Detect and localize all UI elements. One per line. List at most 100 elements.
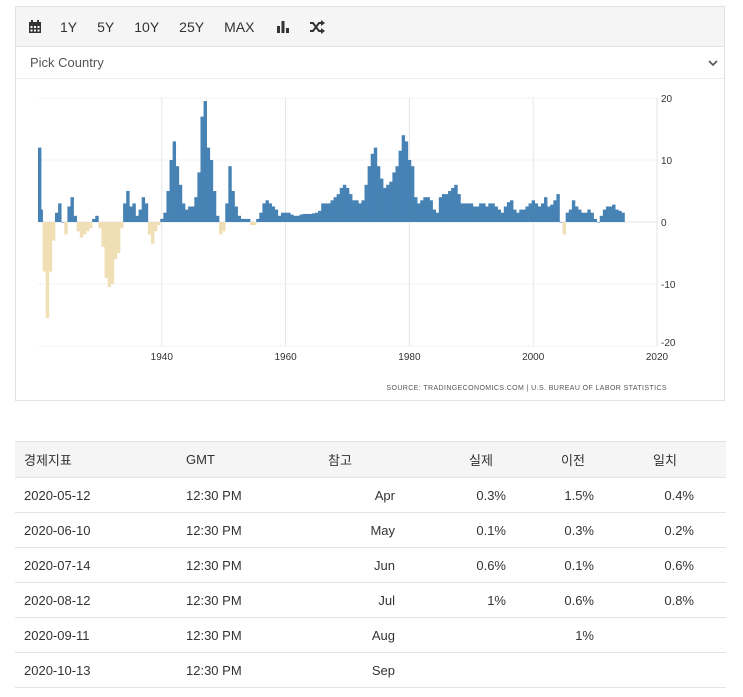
chart-bar	[231, 191, 235, 222]
chart-bar	[169, 160, 173, 222]
cell-consensus: 0.2%	[607, 512, 726, 548]
country-picker[interactable]: Pick Country	[16, 47, 724, 79]
chart-bar	[123, 203, 127, 222]
chart-bar	[574, 206, 579, 222]
chart-bar	[55, 212, 59, 222]
chart-bar	[259, 212, 263, 222]
chart-bar	[519, 209, 523, 222]
header-gmt[interactable]: GMT	[186, 441, 313, 478]
chart-bar	[147, 222, 152, 235]
chart-bar	[157, 222, 161, 226]
chart-bar	[324, 203, 328, 222]
chart-bar	[494, 206, 498, 222]
cell-date: 2020-07-14	[15, 547, 186, 583]
cell-actual: 0.3%	[423, 477, 515, 513]
chart-bar	[293, 215, 297, 222]
chart-bar	[253, 222, 257, 226]
chart-bar	[39, 209, 43, 222]
chart-bar	[525, 206, 529, 222]
chart-bar	[188, 206, 192, 222]
chart-bar	[593, 218, 597, 222]
chart-bar	[154, 222, 158, 232]
chart-bar	[550, 204, 554, 222]
y-tick-label: -10	[661, 280, 676, 291]
chart-bar	[129, 206, 133, 222]
chart-bar	[364, 184, 368, 222]
chart-bar	[73, 215, 77, 222]
chart-bar	[95, 215, 99, 222]
cell-date: 2020-09-11	[15, 617, 186, 653]
calendar-button[interactable]	[26, 18, 44, 36]
range-5y-button[interactable]: 5Y	[97, 19, 114, 35]
chart-bar	[352, 200, 356, 222]
chart-bar	[240, 218, 245, 222]
chart-bar	[383, 187, 387, 222]
chart-bar	[330, 200, 334, 222]
chart-bar	[315, 212, 319, 222]
table-row[interactable]: 2020-08-12 12:30 PM Jul 1% 0.6% 0.8%	[15, 582, 726, 618]
chart-bar	[602, 209, 607, 222]
chart-bar	[287, 212, 291, 222]
chart-bar	[429, 200, 433, 222]
cell-previous	[515, 652, 607, 688]
chart-bar	[540, 203, 545, 222]
chart-bar	[280, 212, 285, 222]
y-tick-label: -20	[661, 338, 676, 349]
range-25y-button[interactable]: 25Y	[179, 19, 204, 35]
chart-bar	[547, 206, 551, 222]
chart-bar	[98, 222, 102, 229]
header-actual[interactable]: 실제	[423, 441, 515, 478]
chart-bar	[426, 197, 430, 222]
chart-bar	[194, 197, 198, 222]
cell-actual: 0.1%	[423, 512, 515, 548]
y-tick-label: 20	[661, 94, 673, 105]
chart-bar	[485, 206, 489, 222]
calendar-icon	[26, 18, 44, 36]
range-10y-button[interactable]: 10Y	[134, 19, 159, 35]
table-row[interactable]: 2020-07-14 12:30 PM Jun 0.6% 0.1% 0.6%	[15, 547, 726, 583]
cell-reference: Sep	[313, 652, 423, 688]
chart-bar	[104, 222, 108, 278]
chart-bar	[228, 166, 232, 222]
chart-bar	[373, 147, 378, 222]
header-consensus[interactable]: 일치	[607, 441, 726, 478]
chart-bar	[370, 153, 375, 222]
chart-bar	[132, 203, 136, 222]
chart-bar	[584, 212, 588, 222]
compare-button[interactable]	[308, 18, 326, 36]
chart-bar	[463, 203, 467, 222]
cell-previous: 1%	[515, 617, 607, 653]
header-reference[interactable]: 참고	[313, 441, 423, 478]
table-row[interactable]: 2020-05-12 12:30 PM Apr 0.3% 1.5% 0.4%	[15, 477, 726, 513]
chart-bar	[599, 215, 604, 222]
table-row[interactable]: 2020-10-13 12:30 PM Sep	[15, 652, 726, 688]
chart-bar	[265, 200, 269, 222]
chart-bar	[82, 222, 87, 235]
chart-bar	[342, 184, 347, 222]
range-max-button[interactable]: MAX	[224, 19, 254, 35]
cell-consensus: 0.8%	[607, 582, 726, 618]
header-previous[interactable]: 이전	[515, 441, 607, 478]
chart-bar	[277, 215, 282, 222]
cell-consensus	[607, 617, 726, 653]
cell-time: 12:30 PM	[186, 512, 313, 548]
chart-bar	[200, 116, 204, 222]
chart-bar	[203, 101, 207, 222]
cell-reference: Apr	[313, 477, 423, 513]
x-tick-label: 2020	[646, 352, 669, 363]
header-indicator[interactable]: 경제지표	[15, 441, 186, 478]
chart-bar	[336, 194, 341, 222]
chart-type-button[interactable]	[274, 18, 292, 36]
chart-bar	[42, 222, 47, 272]
cell-actual: 0.6%	[423, 547, 515, 583]
cell-time: 12:30 PM	[186, 477, 313, 513]
chart-bar	[126, 191, 130, 222]
chart-bar	[401, 135, 406, 222]
chart-bar	[209, 160, 214, 222]
chart-bar	[395, 166, 399, 222]
chart-bar	[61, 222, 65, 223]
table-row[interactable]: 2020-09-11 12:30 PM Aug 1%	[15, 617, 726, 653]
range-1y-button[interactable]: 1Y	[60, 19, 77, 35]
table-row[interactable]: 2020-06-10 12:30 PM May 0.1% 0.3% 0.2%	[15, 512, 726, 548]
cell-reference: Jun	[313, 547, 423, 583]
